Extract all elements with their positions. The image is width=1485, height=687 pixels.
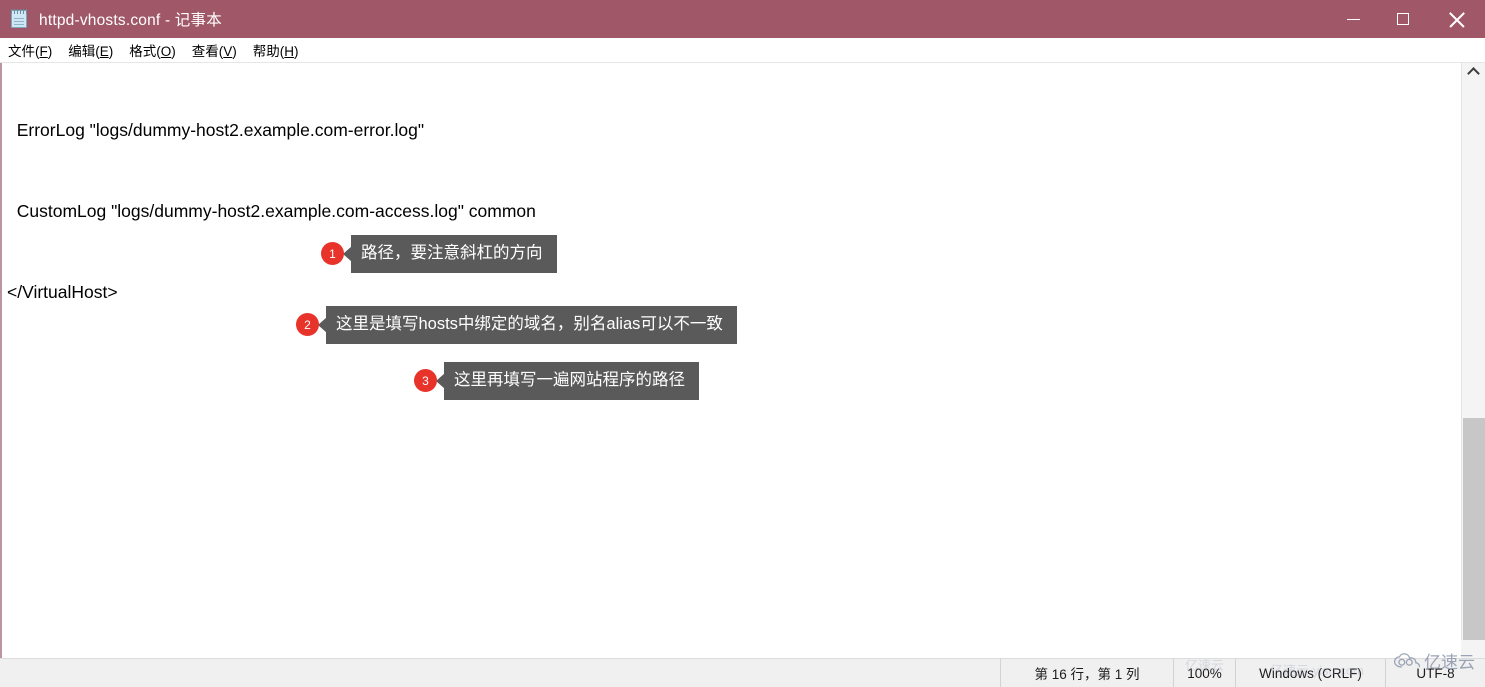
- maximize-icon: [1396, 13, 1409, 25]
- chevron-up-icon: [1467, 66, 1480, 80]
- minimize-button[interactable]: [1329, 0, 1378, 38]
- menu-item-view[interactable]: 查看(V): [192, 40, 237, 60]
- close-icon: [1448, 11, 1465, 28]
- menu-item-file[interactable]: 文件(F): [8, 40, 52, 60]
- scrollbar-corner: [1461, 640, 1485, 658]
- encoding[interactable]: UTF-8: [1385, 658, 1485, 687]
- menu-item-help[interactable]: 帮助(H): [253, 40, 299, 60]
- titlebar[interactable]: httpd-vhosts.conf - 记事本: [0, 0, 1485, 38]
- window-title: httpd-vhosts.conf - 记事本: [39, 12, 222, 29]
- callout-text: 这里是填写hosts中绑定的域名，别名alias可以不一致: [326, 306, 737, 344]
- vertical-scrollbar[interactable]: [1461, 63, 1485, 658]
- statusbar: 第 16 行，第 1 列 100% Windows (CRLF) UTF-8: [0, 658, 1485, 687]
- callout-notch-icon: [436, 372, 445, 389]
- minimize-icon: [1347, 18, 1360, 20]
- callout-text: 这里再填写一遍网站程序的路径: [444, 362, 699, 400]
- maximize-button[interactable]: [1378, 0, 1427, 38]
- callout-2: 2 这里是填写hosts中绑定的域名，别名alias可以不一致: [296, 306, 737, 344]
- close-button[interactable]: [1427, 0, 1485, 38]
- notepad-window: httpd-vhosts.conf - 记事本 文件(F) 编辑(E) 格式(O…: [0, 0, 1485, 687]
- callout-badge: 3: [414, 369, 437, 393]
- config-text[interactable]: ErrorLog "logs/dummy-host2.example.com-e…: [7, 63, 536, 658]
- text-editor-area[interactable]: ErrorLog "logs/dummy-host2.example.com-e…: [0, 63, 1485, 658]
- callout-badge: 2: [296, 313, 319, 337]
- callout-notch-icon: [343, 245, 352, 262]
- menu-item-edit[interactable]: 编辑(E): [68, 40, 113, 60]
- callout-1: 1 路径，要注意斜杠的方向: [321, 235, 557, 273]
- window-controls: [1329, 0, 1485, 38]
- cursor-position: 第 16 行，第 1 列: [1000, 658, 1173, 687]
- notepad-icon: [10, 9, 30, 29]
- callout-text: 路径，要注意斜杠的方向: [351, 235, 557, 273]
- code-line: ErrorLog "logs/dummy-host2.example.com-e…: [7, 120, 425, 140]
- code-line: CustomLog "logs/dummy-host2.example.com-…: [7, 201, 536, 221]
- zoom-level[interactable]: 100%: [1173, 658, 1235, 687]
- code-line: </VirtualHost>: [7, 282, 118, 302]
- menubar: 文件(F) 编辑(E) 格式(O) 查看(V) 帮助(H): [0, 38, 1485, 63]
- scroll-up-button[interactable]: [1462, 63, 1485, 81]
- scrollbar-thumb[interactable]: [1463, 418, 1485, 646]
- menu-item-format[interactable]: 格式(O): [129, 40, 176, 60]
- callout-3: 3 这里再填写一遍网站程序的路径: [414, 362, 699, 400]
- callout-notch-icon: [318, 316, 327, 333]
- callout-badge: 1: [321, 242, 344, 266]
- line-ending[interactable]: Windows (CRLF): [1235, 658, 1385, 687]
